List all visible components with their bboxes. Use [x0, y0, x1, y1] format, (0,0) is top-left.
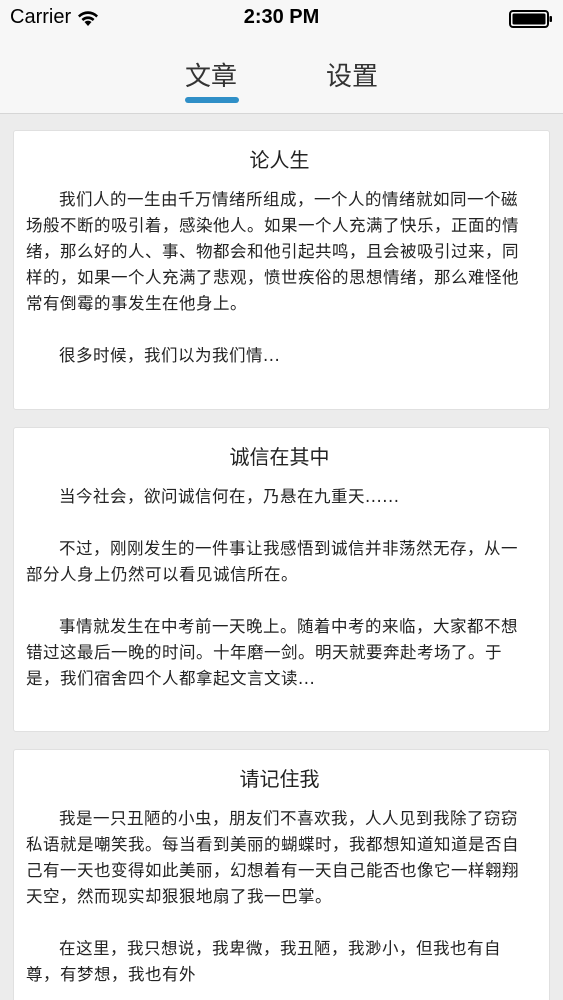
article-paragraph: 在这里，我只想说，我卑微，我丑陋，我渺小，但我也有自尊，有梦想，我也有外 — [26, 939, 501, 984]
active-tab-indicator — [185, 97, 239, 103]
article-paragraph: 很多时候，我们以为我们情... — [59, 346, 281, 365]
article-title: 请记住我 — [239, 767, 320, 791]
article-title: 诚信在其中 — [229, 445, 330, 469]
article-paragraph: 我们人的一生由千万情绪所组成，一个人的情绪就如同一个磁场般不断的吸引着，感染他人… — [26, 190, 519, 313]
tab-articles[interactable]: 文章 — [166, 56, 256, 93]
article-paragraph: 不过，刚刚发生的一件事让我感悟到诚信并非荡然无存，从一部分人身上仍然可以看见诚信… — [26, 539, 518, 584]
status-bar: Carrier 2:30 PM — [0, 0, 563, 38]
article-excerpt: 当今社会，欲问诚信何在，乃悬在九重天...... 不过，刚刚发生的一件事让我感悟… — [26, 484, 533, 692]
status-time: 2:30 PM — [243, 6, 320, 28]
battery-icon — [509, 10, 552, 28]
article-card[interactable]: 诚信在其中 当今社会，欲问诚信何在，乃悬在九重天...... 不过，刚刚发生的一… — [13, 427, 550, 732]
tab-bar: 文章 设置 — [0, 38, 563, 114]
article-title: 论人生 — [249, 148, 310, 172]
article-excerpt: 我们人的一生由千万情绪所组成，一个人的情绪就如同一个磁场般不断的吸引着，感染他人… — [26, 187, 533, 369]
tab-settings[interactable]: 设置 — [307, 56, 397, 93]
article-paragraph: 我是一只丑陋的小虫，朋友们不喜欢我，人人见到我除了窃窃私语就是嘲笑我。每当看到美… — [26, 809, 519, 906]
article-card[interactable]: 论人生 我们人的一生由千万情绪所组成，一个人的情绪就如同一个磁场般不断的吸引着，… — [13, 130, 550, 410]
article-card[interactable]: 请记住我 我是一只丑陋的小虫，朋友们不喜欢我，人人见到我除了窃窃私语就是嘲笑我。… — [13, 749, 550, 1000]
article-paragraph: 当今社会，欲问诚信何在，乃悬在九重天...... — [59, 487, 400, 506]
article-list[interactable]: 论人生 我们人的一生由千万情绪所组成，一个人的情绪就如同一个磁场般不断的吸引着，… — [0, 114, 563, 1000]
article-paragraph: 事情就发生在中考前一天晚上。随着中考的来临，大家都不想错过这最后一晚的时间。十年… — [26, 617, 518, 688]
article-excerpt: 我是一只丑陋的小虫，朋友们不喜欢我，人人见到我除了窃窃私语就是嘲笑我。每当看到美… — [26, 806, 533, 988]
